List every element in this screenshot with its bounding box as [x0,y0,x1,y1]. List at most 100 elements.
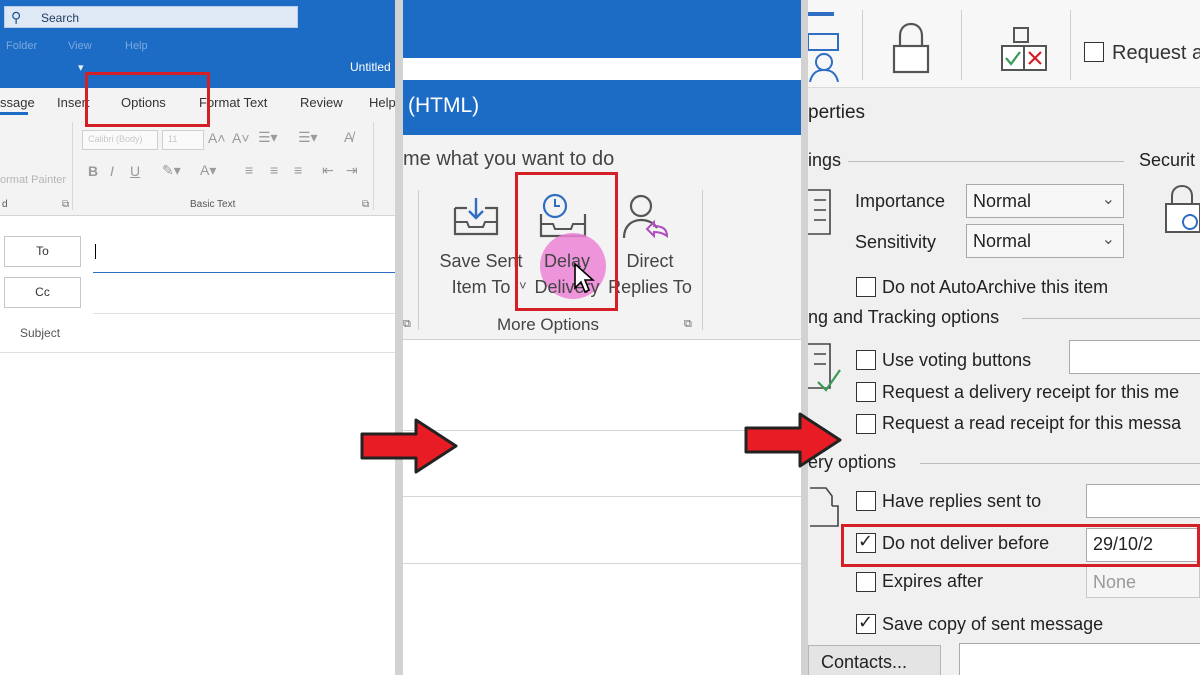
italic-icon[interactable]: I [110,163,114,179]
sensitivity-label: Sensitivity [855,232,937,252]
importance-value: Normal [973,191,1032,211]
settings-list-icon [808,189,831,235]
shrink-font-icon[interactable]: A˅ [232,130,250,146]
dialog-launcher-icon[interactable]: ⧉ [362,199,369,210]
align-right-icon[interactable]: ≡ [294,162,302,178]
grow-font-icon[interactable]: A˄ [208,130,226,146]
section-line [920,463,1200,464]
message-line [403,496,805,497]
title-band [403,0,805,58]
section-line [1022,318,1200,319]
message-line [403,563,805,564]
expires-date-field[interactable]: None [1086,566,1200,598]
group-label-clipboard: d [2,199,8,210]
read-receipt-checkbox[interactable] [856,414,876,434]
request-checkbox[interactable] [1084,42,1104,62]
delivery-receipt-checkbox[interactable] [856,382,876,402]
expires-after-label: Expires after [882,571,984,591]
replies-to-field[interactable] [1086,484,1200,518]
section-header-settings: ings [808,150,842,170]
font-color-icon[interactable]: A▾ [200,162,216,179]
menu-view[interactable]: View [68,40,92,52]
save-sent-item-icon [453,198,499,236]
voting-tracking-icon [808,343,841,392]
expires-after-checkbox[interactable] [856,572,876,592]
direct-replies-icon [622,194,669,239]
expires-value: None [1093,572,1137,592]
cc-button[interactable]: Cc [4,277,81,308]
ribbon-icon-bar: Request a [808,0,1200,88]
to-button[interactable]: To [4,236,81,267]
sensitivity-dropdown[interactable]: Normal ⌄ [966,224,1124,258]
menu-help[interactable]: Help [125,40,148,52]
active-tab-indicator [0,112,28,115]
have-replies-sent-to-label: Have replies sent to [882,491,1042,511]
underline-icon[interactable]: U [130,163,140,179]
ribbon-separator [1070,10,1071,80]
dialog-launcher-icon[interactable]: ⧉ [684,318,692,331]
outdent-icon[interactable]: ⇥ [346,162,358,179]
menu-folder[interactable]: Folder [6,40,37,52]
white-band [403,58,805,80]
ribbon-separator [961,10,962,80]
delivery-receipt-label: Request a delivery receipt for this me [882,382,1180,402]
tab-help[interactable]: Help [369,95,395,110]
numbering-icon[interactable]: ☰▾ [298,129,318,146]
highlight-box-do-not-deliver-before [841,524,1200,567]
panel-outlook-new-message: ⚲ Search Folder View Help ▾ Untitled ssa… [0,0,395,675]
delivery-options-icon [810,487,839,527]
clear-formatting-icon[interactable]: A̸ [344,129,353,145]
sensitivity-value: Normal [973,231,1032,251]
importance-label: Importance [855,191,946,211]
no-autoarchive-checkbox[interactable] [856,277,876,297]
importance-dropdown[interactable]: Normal ⌄ [966,184,1124,218]
highlight-icon[interactable]: ✎▾ [162,162,181,179]
indent-icon[interactable]: ⇤ [322,162,334,179]
align-center-icon[interactable]: ≡ [270,162,278,178]
tell-me-box[interactable]: me what you want to do [403,148,614,171]
ribbon-separator [418,190,419,330]
to-input[interactable] [93,237,395,273]
read-receipt-label: Request a read receipt for this messa [882,413,1182,433]
no-autoarchive-label: Do not AutoArchive this item [882,277,1109,297]
highlight-box-delay-delivery [515,172,618,311]
font-name-box[interactable]: Calibri (Body) [82,130,158,150]
bullets-icon[interactable]: ☰▾ [258,129,278,146]
use-voting-buttons-checkbox[interactable] [856,350,876,370]
search-icon: ⚲ [11,9,22,25]
panel-divider [801,0,808,675]
arrow-right-icon [744,412,842,468]
dialog-launcher-icon[interactable]: ⧉ [62,199,69,210]
security-lock-icon [1165,184,1200,233]
ribbon-separator [862,10,863,80]
dialog-launcher-icon[interactable]: ⧉ [403,318,411,331]
align-left-icon[interactable]: ≡ [245,162,253,178]
font-size-box[interactable]: 11 [162,130,204,150]
window-title-html: (HTML) [408,94,480,117]
group-label-more-options: More Options [496,315,600,334]
contacts-field[interactable] [959,643,1200,675]
panel-properties-dialog: Request a perties ings Securit Importanc… [808,0,1200,675]
ribbon-separator [72,122,73,210]
format-painter-label[interactable]: ormat Painter [0,174,66,186]
contacts-button[interactable]: Contacts... [808,645,941,675]
subject-input[interactable] [0,352,395,353]
arrow-right-icon [360,418,458,474]
voting-buttons-field[interactable] [1069,340,1200,374]
section-line [848,161,1124,162]
tab-message[interactable]: ssage [0,95,35,110]
have-replies-sent-to-checkbox[interactable] [856,491,876,511]
voting-buttons-icon[interactable] [1000,26,1050,74]
save-copy-checkbox[interactable] [856,612,876,634]
chevron-down-icon: ⌄ [1101,231,1115,248]
menu-row: Folder View Help [0,40,395,52]
dialog-title: perties [808,102,866,123]
search-box[interactable]: ⚲ Search [4,6,298,28]
address-book-icon[interactable] [808,6,844,82]
request-label: Request a [1112,42,1200,64]
bold-icon[interactable]: B [88,163,98,179]
tab-review[interactable]: Review [300,95,343,110]
cc-input[interactable] [93,313,395,314]
lock-icon[interactable] [892,22,930,74]
quick-access-dropdown-icon[interactable]: ▾ [78,61,84,74]
